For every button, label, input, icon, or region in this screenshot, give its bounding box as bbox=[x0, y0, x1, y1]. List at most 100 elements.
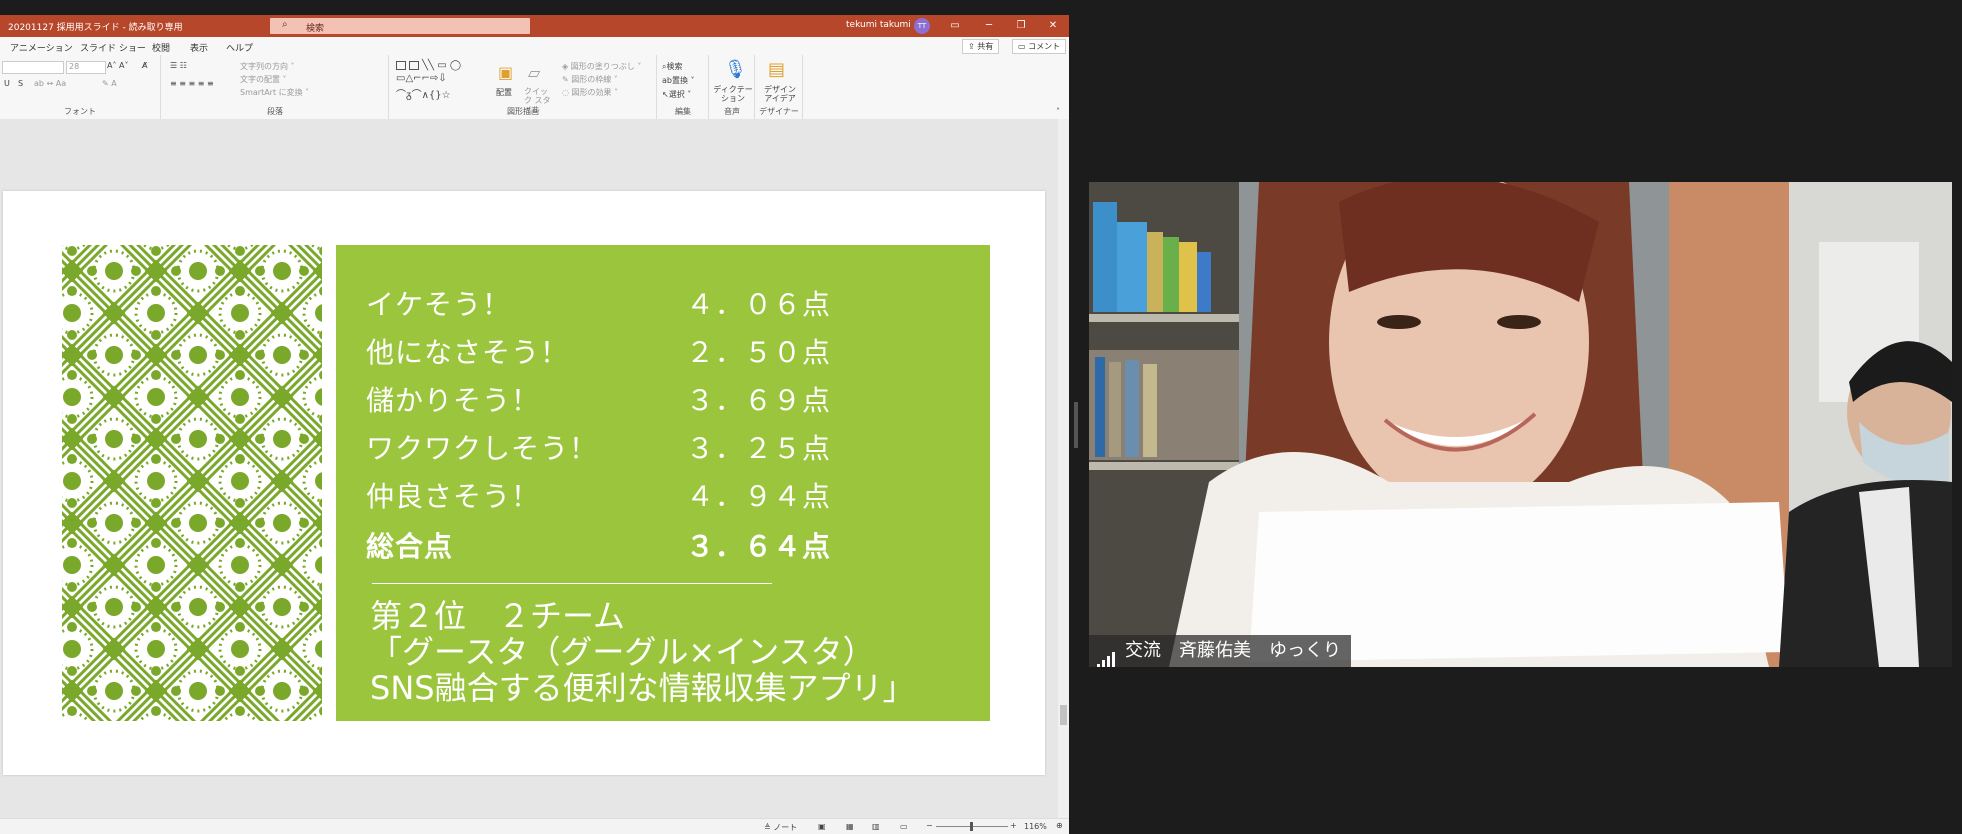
design-ideas-icon[interactable]: ▤ bbox=[768, 59, 785, 80]
microphone-icon[interactable]: 🎙 bbox=[724, 59, 747, 80]
panel-splitter[interactable] bbox=[1074, 402, 1078, 448]
drawing-group: ╲╲ ▭ ◯ ▭△⌐⌐⇨⇩ ⌒ᵹ⌒∧{}☆ ▣ 配置 ▱ クイック スタイル ◈… bbox=[390, 55, 657, 119]
view-reading-icon[interactable]: ▥ bbox=[872, 822, 880, 831]
score-label-3: 儲かりそう！ bbox=[366, 384, 541, 417]
participant-name-bar: 交流 斉藤佑美 ゆっくり bbox=[1089, 635, 1351, 667]
align-text-button[interactable]: 文字の配置 ˅ bbox=[240, 74, 287, 85]
design-ideas-label[interactable]: デザイン アイデア bbox=[760, 85, 800, 103]
share-icon: ⇪ bbox=[968, 42, 978, 51]
zoom-level[interactable]: 116% bbox=[1024, 822, 1047, 831]
arrange-label[interactable]: 配置 bbox=[496, 87, 512, 98]
replace-button[interactable]: ab置換 ˅ bbox=[662, 75, 695, 86]
user-avatar[interactable]: TT bbox=[914, 18, 930, 34]
zoom-out-icon[interactable]: − bbox=[926, 821, 933, 830]
shape-gallery[interactable]: ╲╲ ▭ ◯ ▭△⌐⌐⇨⇩ ⌒ᵹ⌒∧{}☆ bbox=[396, 60, 476, 101]
arrange-icon[interactable]: ▣ bbox=[498, 63, 513, 82]
minimize-icon[interactable]: ─ bbox=[976, 17, 1002, 35]
dictate-label[interactable]: ディクテーション bbox=[713, 85, 753, 103]
close-icon[interactable]: ✕ bbox=[1040, 17, 1066, 35]
share-button[interactable]: ⇪ 共有 bbox=[962, 39, 1000, 54]
fit-slide-icon[interactable]: ⊕ bbox=[1056, 821, 1063, 830]
score-label-1: イケそう！ bbox=[366, 288, 512, 321]
score-label-4: ワクワクしそう！ bbox=[366, 432, 599, 465]
strike-icon[interactable]: S bbox=[18, 79, 23, 88]
comment-label: コメント bbox=[1028, 42, 1061, 51]
shape-fill-button[interactable]: ◈ 図形の塗りつぶし ˅ bbox=[562, 61, 641, 72]
collapse-ribbon-icon[interactable]: ˄ bbox=[1056, 107, 1060, 116]
view-slideshow-icon[interactable]: ▭ bbox=[900, 822, 908, 831]
shape-vtextbox[interactable] bbox=[409, 61, 419, 70]
tab-review[interactable]: 校閲 bbox=[152, 41, 170, 54]
pattern-graphic bbox=[62, 245, 322, 721]
smartart-label: SmartArt に変換 bbox=[240, 88, 303, 97]
view-sorter-icon[interactable]: ▦ bbox=[846, 822, 854, 831]
quick-style-icon[interactable]: ▱ bbox=[528, 63, 540, 82]
status-bar: ≜ ノート ▣ ▦ ▥ ▭ − + 116% ⊕ bbox=[0, 818, 1069, 834]
select-button[interactable]: ↖選択 ˅ bbox=[662, 89, 691, 100]
paragraph-group: ☰ ☷ ≡ ≡ ≡ ≡ ≡ 文字列の方向 ˅ 文字の配置 ˅ SmartArt … bbox=[162, 55, 389, 119]
view-normal-icon[interactable]: ▣ bbox=[818, 822, 826, 831]
notes-label: ノート bbox=[773, 823, 798, 832]
text-direction-label: 文字列の方向 bbox=[240, 62, 288, 71]
bullets-icon[interactable]: ☰ ☷ bbox=[170, 61, 187, 70]
comment-button[interactable]: ▭ コメント bbox=[1012, 39, 1067, 54]
score-label-5: 仲良さそう！ bbox=[366, 480, 541, 513]
font-group: 28 A˄ A˅ A̸ U S ab ↔ Aa ✎ A フォント bbox=[0, 55, 161, 119]
shape-fill-label: 図形の塗りつぶし bbox=[570, 62, 635, 71]
group-label-designer: デザイナー bbox=[759, 107, 799, 116]
clear-format-icon[interactable]: A̸ bbox=[142, 61, 147, 70]
zoom-slider-handle[interactable] bbox=[970, 822, 973, 831]
tab-help[interactable]: ヘルプ bbox=[226, 41, 253, 54]
tab-animations[interactable]: アニメーション bbox=[10, 41, 73, 54]
divider-line bbox=[372, 583, 772, 584]
notes-icon: ≜ bbox=[764, 823, 774, 832]
search-box[interactable]: ⌕ 検索 bbox=[270, 18, 530, 34]
smartart-button[interactable]: SmartArt に変換 ˅ bbox=[240, 87, 309, 98]
zoom-in-icon[interactable]: + bbox=[1010, 821, 1017, 830]
shape-row-3[interactable]: ⌒ᵹ⌒∧{}☆ bbox=[396, 86, 451, 101]
spacing-icon[interactable]: ab ↔ Aa bbox=[34, 79, 66, 88]
slide-canvas: イケそう！ ４．０６点 他になさそう！ ２．５０点 儲かりそう！ ３．６９点 ワ… bbox=[0, 119, 1058, 834]
shape-outline-button[interactable]: ✎ 図形の枠線 ˅ bbox=[562, 74, 618, 85]
find-button[interactable]: ⌕検索 bbox=[662, 61, 682, 72]
comment-icon: ▭ bbox=[1018, 42, 1029, 51]
restore-icon[interactable]: ❐ bbox=[1008, 17, 1034, 35]
align-icons[interactable]: ≡ ≡ ≡ ≡ ≡ bbox=[170, 79, 214, 88]
participant-video[interactable]: 交流 斉藤佑美 ゆっくり bbox=[1089, 182, 1952, 667]
user-name[interactable]: tekumi takumi bbox=[846, 20, 911, 30]
grow-font-icon[interactable]: A˄ A˅ bbox=[107, 61, 129, 70]
scrollbar-thumb[interactable] bbox=[1060, 705, 1067, 725]
shape-effect-button[interactable]: ◌ 図形の効果 ˅ bbox=[562, 87, 618, 98]
underline-icon[interactable]: U bbox=[4, 79, 10, 88]
text-direction-button[interactable]: 文字列の方向 ˅ bbox=[240, 61, 295, 72]
notes-button[interactable]: ≜ ノート bbox=[764, 822, 797, 833]
total-label: 総合点 bbox=[366, 530, 454, 563]
tab-view[interactable]: 表示 bbox=[190, 41, 208, 54]
score-value-2: ２．５０点 bbox=[686, 336, 832, 369]
window-title: 20201127 採用用スライド - 読み取り専用 bbox=[8, 23, 183, 33]
search-icon: ⌕ bbox=[282, 19, 288, 30]
vertical-scrollbar[interactable] bbox=[1058, 119, 1069, 834]
highlight-icon[interactable]: ✎ A bbox=[102, 79, 117, 88]
select-label: 選択 bbox=[668, 90, 685, 99]
total-value: ３．６４点 bbox=[686, 530, 832, 563]
score-value-3: ３．６９点 bbox=[686, 384, 832, 417]
shape-row-2[interactable]: ▭△⌐⌐⇨⇩ bbox=[396, 73, 447, 84]
align-text-label: 文字の配置 bbox=[240, 75, 280, 84]
shape-effect-label: 図形の効果 bbox=[571, 88, 612, 97]
shape-lines[interactable]: ╲╲ ▭ ◯ bbox=[422, 60, 461, 71]
replace-label: 置換 bbox=[671, 76, 688, 85]
signal-strength-icon bbox=[1097, 638, 1117, 667]
result-line-3: SNS融合する便利な情報収集アプリ」 bbox=[370, 669, 915, 707]
shape-textbox[interactable] bbox=[396, 61, 406, 70]
score-value-1: ４．０６点 bbox=[686, 288, 832, 321]
ribbon-display-icon[interactable]: ▭ bbox=[942, 17, 968, 35]
slide[interactable]: イケそう！ ４．０６点 他になさそう！ ２．５０点 儲かりそう！ ３．６９点 ワ… bbox=[3, 191, 1045, 775]
font-size-box[interactable]: 28 bbox=[66, 61, 106, 74]
font-name-box[interactable] bbox=[2, 61, 64, 74]
participant-name: 交流 斉藤佑美 ゆっくり bbox=[1125, 640, 1341, 661]
designer-group: ▤ デザイン アイデア デザイナー bbox=[756, 55, 803, 119]
group-label-drawing: 図形描画 bbox=[507, 107, 539, 116]
group-label-voice: 音声 bbox=[724, 107, 740, 116]
tab-slideshow[interactable]: スライド ショー bbox=[80, 41, 146, 54]
